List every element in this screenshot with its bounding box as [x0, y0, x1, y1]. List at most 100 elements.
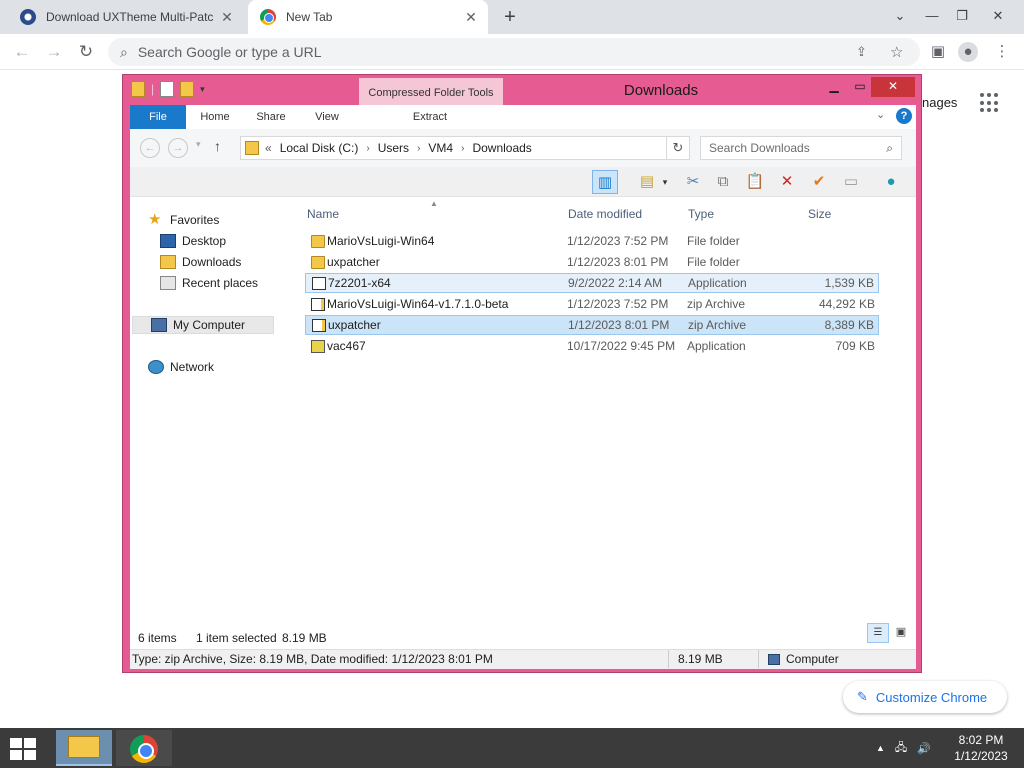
show-hidden-icons-icon[interactable]: ▲	[876, 743, 885, 753]
maximize-icon[interactable]: ▭	[847, 77, 873, 97]
paste-icon[interactable]: 📋	[742, 170, 768, 194]
minimize-icon[interactable]: ▁	[821, 77, 847, 97]
reload-icon[interactable]: ↻	[74, 40, 98, 64]
side-panel-icon[interactable]: ▣	[928, 42, 948, 62]
quick-access-toolbar: | ▾	[131, 81, 205, 97]
details-view-icon[interactable]: ☰	[867, 623, 889, 643]
breadcrumb-users[interactable]: Users	[378, 141, 409, 155]
properties-icon[interactable]	[160, 81, 175, 97]
images-link[interactable]: nages	[922, 95, 957, 110]
bookmark-star-icon[interactable]: ☆	[890, 43, 903, 61]
back-icon[interactable]: ←	[10, 40, 34, 64]
omnibox[interactable]: ⌕ Search Google or type a URL ⇪ ☆	[108, 38, 920, 66]
tab-share[interactable]: Share	[246, 105, 296, 129]
nav-favorites[interactable]: ★ Favorites	[148, 212, 219, 227]
delete-icon[interactable]: ✕	[774, 170, 800, 194]
cut-icon[interactable]: ✂	[680, 170, 706, 194]
customize-chrome-button[interactable]: ✎ Customize Chrome	[843, 681, 1007, 713]
up-arrow-icon[interactable]: ↑	[214, 138, 221, 154]
file-size: 1,539 KB	[824, 276, 874, 290]
breadcrumb-downloads[interactable]: Downloads	[472, 141, 531, 155]
details-location: Computer	[786, 652, 839, 666]
rename-icon[interactable]: ▭	[838, 170, 864, 194]
google-apps-icon[interactable]	[980, 93, 1000, 113]
taskbar-file-explorer[interactable]	[56, 730, 112, 766]
close-tab-icon[interactable]: ✕	[462, 8, 480, 26]
clock[interactable]: 8:02 PM 1/12/2023	[952, 732, 1010, 764]
breadcrumb-separator-icon[interactable]: ›	[417, 143, 420, 154]
back-icon[interactable]: ←	[140, 138, 160, 158]
nav-desktop[interactable]: Desktop	[160, 234, 226, 248]
nav-label: Desktop	[182, 234, 227, 248]
nav-my-computer[interactable]: My Computer	[132, 316, 275, 334]
computer-icon	[151, 318, 167, 332]
column-header-date[interactable]: Date modified	[568, 207, 642, 221]
large-icons-view-icon[interactable]: ▣	[891, 623, 911, 643]
file-type: Application	[687, 339, 746, 353]
file-row-selected[interactable]: uxpatcher 1/12/2023 8:01 PM zip Archive …	[305, 315, 879, 335]
tab-file[interactable]: File	[130, 105, 186, 129]
taskbar: ▲ 🖧 🔊 8:02 PM 1/12/2023	[0, 728, 1024, 768]
nav-recent-places[interactable]: Recent places	[160, 276, 258, 290]
network-icon	[148, 360, 164, 374]
tab-home[interactable]: Home	[190, 105, 240, 129]
file-row[interactable]: MarioVsLuigi-Win64-v1.7.1.0-beta 1/12/20…	[305, 294, 879, 314]
file-row[interactable]: uxpatcher 1/12/2023 8:01 PM File folder	[305, 252, 879, 272]
address-bar[interactable]: « Local Disk (C:) › Users › VM4 › Downlo…	[240, 136, 765, 160]
breadcrumb-overflow[interactable]: «	[265, 141, 272, 155]
help-icon[interactable]: ?	[896, 108, 912, 124]
file-size: 44,292 KB	[818, 297, 875, 311]
volume-icon[interactable]: 🔊	[917, 742, 931, 755]
column-header-size[interactable]: Size	[808, 207, 831, 221]
properties-icon[interactable]: ▤	[634, 170, 660, 194]
file-row[interactable]: MarioVsLuigi-Win64 1/12/2023 7:52 PM Fil…	[305, 231, 879, 251]
tab-download-uxtheme[interactable]: Download UXTheme Multi-Patch ✕	[8, 0, 244, 34]
tab-new-tab[interactable]: New Tab ✕	[248, 0, 488, 34]
network-icon[interactable]: 🖧	[895, 739, 907, 758]
breadcrumb-separator-icon[interactable]: ›	[366, 143, 369, 154]
preview-pane-icon[interactable]: ▥	[592, 170, 618, 194]
expand-ribbon-chevron-icon[interactable]: ⌄	[876, 108, 885, 121]
nav-network[interactable]: Network	[148, 360, 214, 374]
close-icon[interactable]: ✕	[871, 77, 915, 97]
close-window-icon[interactable]: ✕	[986, 4, 1010, 28]
column-header-type[interactable]: Type	[688, 207, 714, 221]
chrome-icon	[260, 9, 276, 25]
breadcrumb-separator-icon[interactable]: ›	[461, 143, 464, 154]
refresh-icon[interactable]: ↻	[666, 136, 690, 160]
windows-start-icon[interactable]	[10, 738, 38, 760]
new-tab-button[interactable]: +	[500, 7, 520, 27]
breadcrumb-local-disk[interactable]: Local Disk (C:)	[280, 141, 359, 155]
command-bar: ▥ ▤ ▾ ✂ ⧉ 📋 ✕ ✔ ▭ ●	[130, 167, 916, 197]
taskbar-chrome[interactable]	[116, 730, 172, 766]
forward-icon[interactable]: →	[42, 40, 66, 64]
share-icon[interactable]: ⇪	[856, 44, 867, 60]
tab-view[interactable]: View	[302, 105, 352, 129]
tab-search-chevron-icon[interactable]: ⌄	[888, 4, 912, 28]
restore-icon[interactable]: ❐	[950, 4, 974, 28]
nav-downloads[interactable]: Downloads	[160, 255, 241, 269]
breadcrumb-vm4[interactable]: VM4	[428, 141, 453, 155]
dropdown-icon[interactable]: ▾	[658, 170, 672, 194]
menu-kebab-icon[interactable]: ⋮	[992, 42, 1012, 62]
search-input[interactable]: Search Downloads ⌕	[700, 136, 902, 160]
new-folder-icon[interactable]	[180, 81, 195, 97]
file-row[interactable]: 7z2201-x64 9/2/2022 2:14 AM Application …	[305, 273, 879, 293]
profile-avatar-icon[interactable]: ●	[958, 42, 978, 62]
copy-icon[interactable]: ⧉	[710, 170, 736, 194]
file-list: ▲ Name Date modified Type Size MarioVsLu…	[303, 197, 916, 629]
checkmark-icon[interactable]: ✔	[806, 170, 832, 194]
recent-locations-icon[interactable]: ▾	[196, 139, 201, 150]
shell-icon[interactable]: ●	[878, 170, 904, 194]
file-date: 1/12/2023 8:01 PM	[568, 318, 670, 332]
column-header-name[interactable]: Name	[307, 207, 339, 221]
explorer-titlebar[interactable]: | ▾ Compressed Folder Tools Downloads ▁ …	[123, 75, 921, 106]
customize-qat-icon[interactable]: ▾	[200, 84, 205, 95]
compressed-folder-tools-tab[interactable]: Compressed Folder Tools	[359, 78, 503, 106]
minimize-icon[interactable]: —	[920, 4, 944, 28]
close-tab-icon[interactable]: ✕	[218, 8, 236, 26]
file-type: File folder	[687, 255, 740, 269]
tab-extract[interactable]: Extract	[388, 105, 472, 129]
forward-icon[interactable]: →	[168, 138, 188, 158]
file-row[interactable]: vac467 10/17/2022 9:45 PM Application 70…	[305, 336, 879, 356]
